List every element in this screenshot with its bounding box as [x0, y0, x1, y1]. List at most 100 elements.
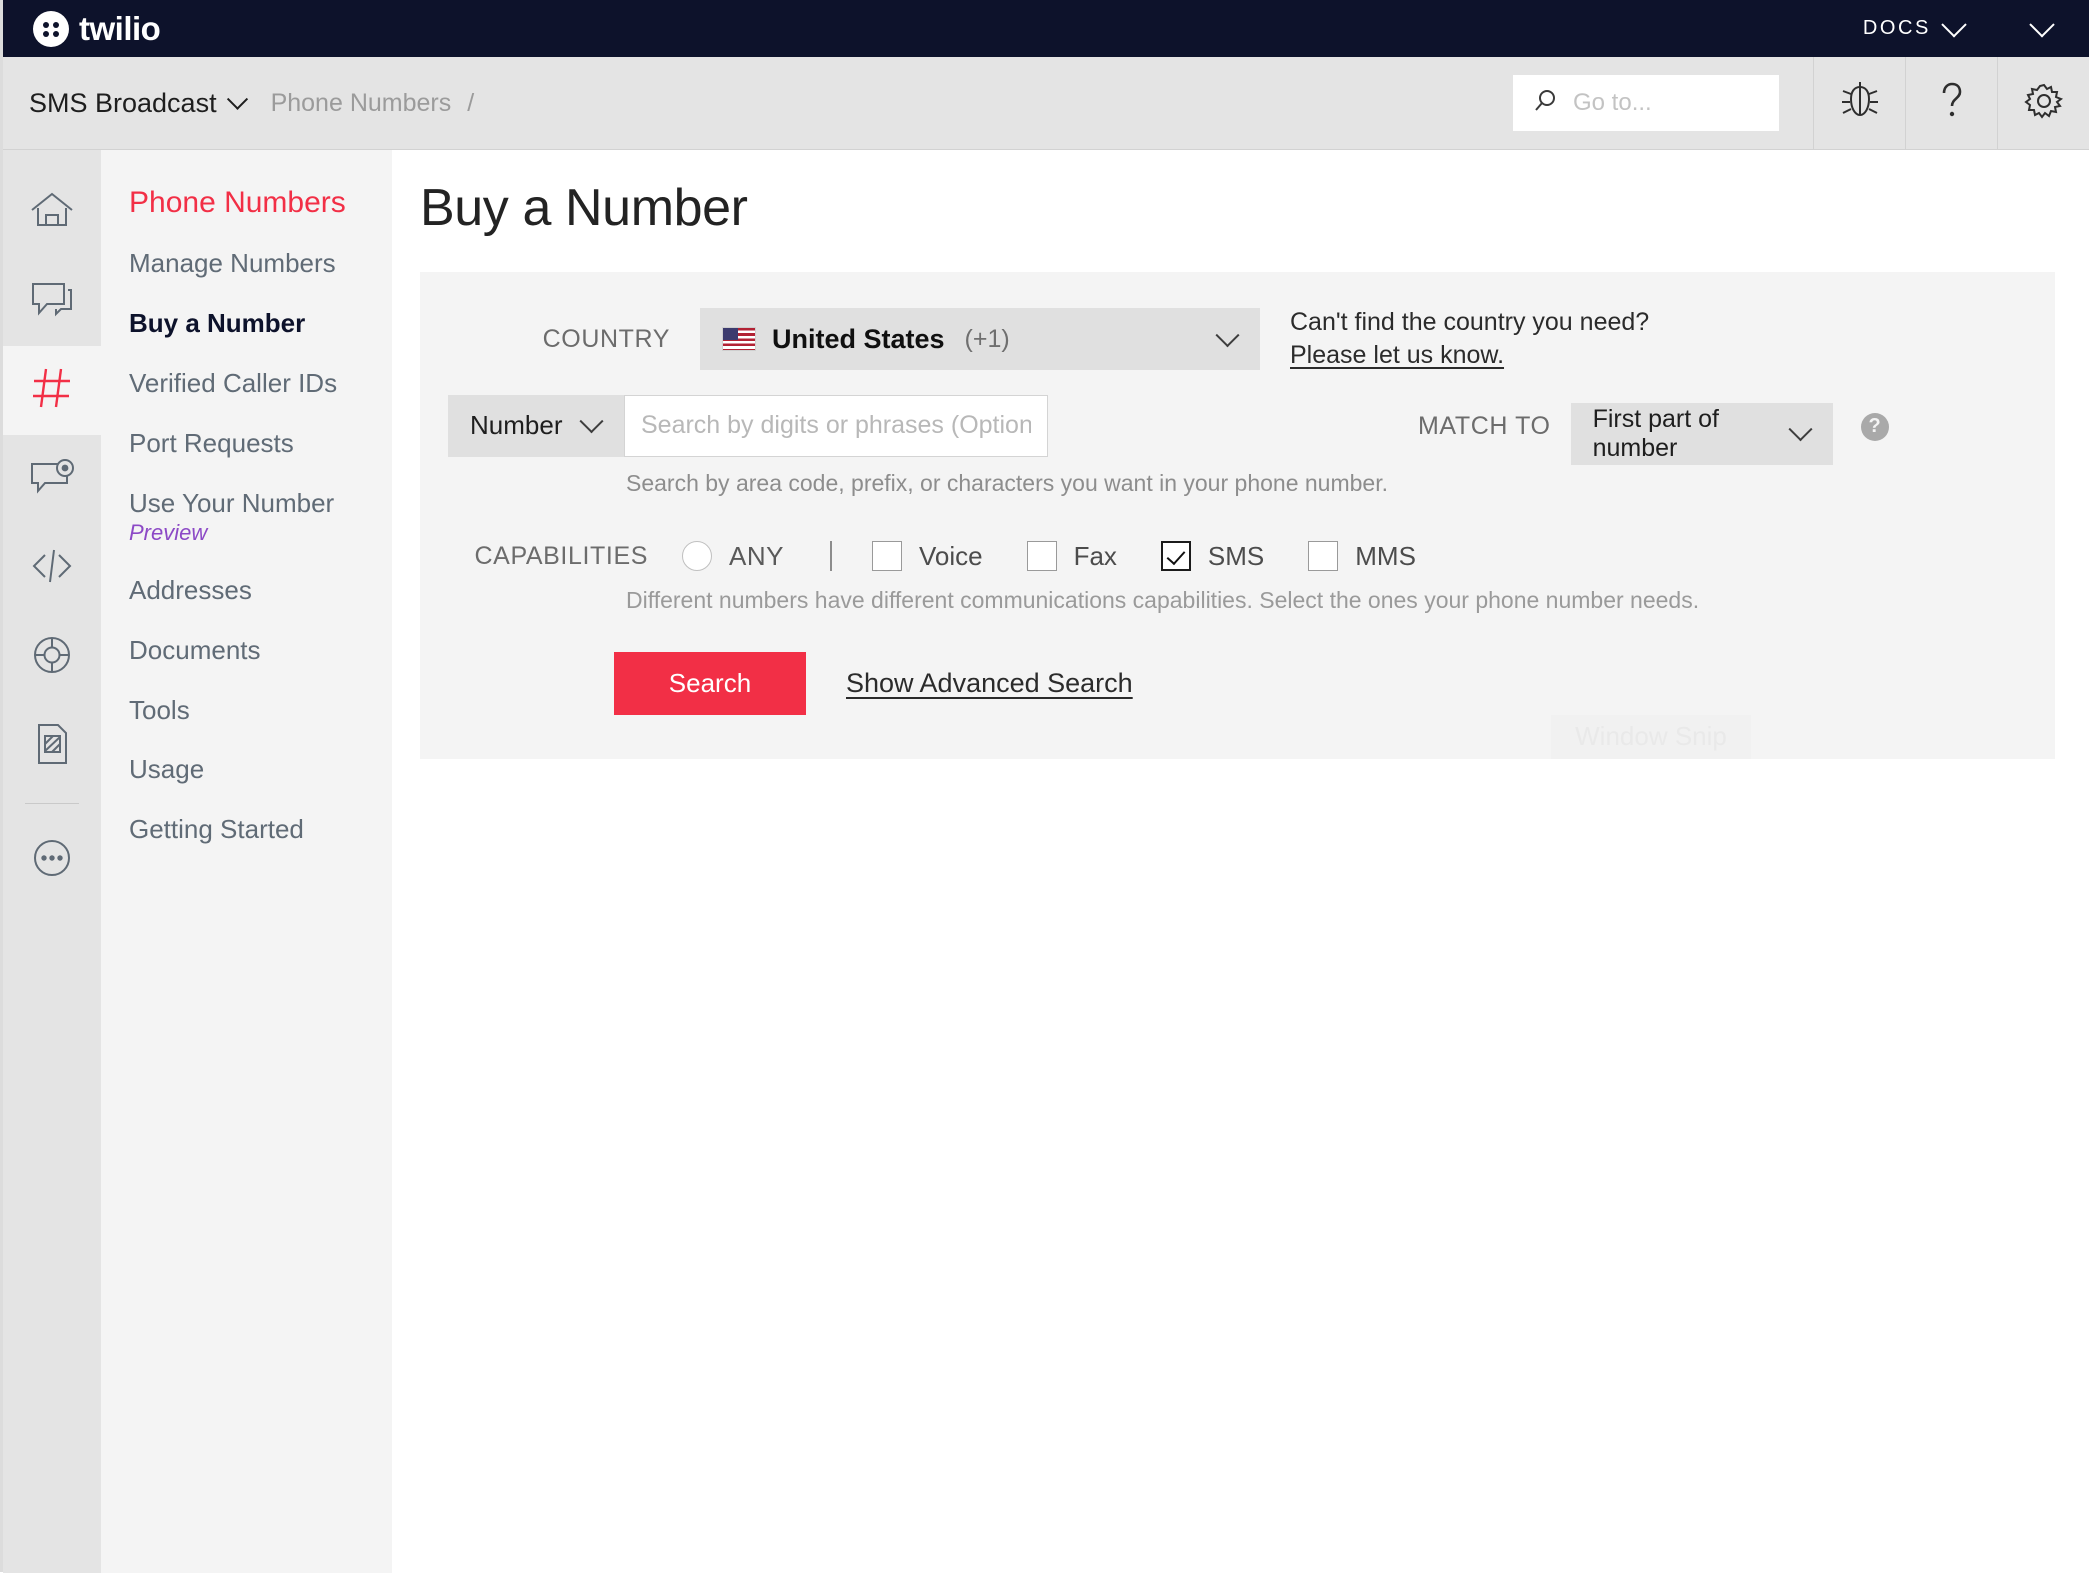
- lifebuoy-icon: [31, 634, 73, 681]
- account-menu[interactable]: [2029, 11, 2055, 38]
- match-to-value: First part of number: [1592, 404, 1719, 462]
- goto-search[interactable]: [1513, 75, 1779, 131]
- brand-wordmark: twilio: [79, 10, 161, 47]
- top-bar: twilio DOCS: [3, 0, 2089, 57]
- capability-any-radio[interactable]: ANY: [682, 541, 784, 572]
- capability-fax-label: Fax: [1073, 540, 1117, 571]
- project-bar: SMS Broadcast Phone Numbers /: [3, 57, 2089, 150]
- section-nav: Phone Numbers Manage Numbers Buy a Numbe…: [101, 150, 392, 1573]
- chevron-down-icon: [226, 88, 248, 110]
- country-note: Can't find the country you need? Please …: [1290, 306, 1649, 373]
- bug-icon: [1840, 80, 1880, 127]
- capability-sms[interactable]: SMS: [1160, 540, 1265, 572]
- more-icon: [31, 837, 73, 884]
- country-select[interactable]: United States (+1): [700, 308, 1260, 371]
- sidebar-item-label: Use Your Number: [129, 487, 335, 518]
- sidebar-item-getting-started[interactable]: Getting Started: [101, 800, 392, 860]
- rail-item-home[interactable]: [3, 168, 101, 257]
- project-name-label: SMS Broadcast: [29, 87, 217, 118]
- capabilities-row: CAPABILITIES ANY Voice Fax SMS MMS: [420, 541, 2055, 572]
- settings-button[interactable]: [1997, 57, 2089, 149]
- search-type-value: Number: [470, 410, 563, 440]
- section-nav-title[interactable]: Phone Numbers: [101, 172, 392, 234]
- goto-input[interactable]: [1571, 88, 1765, 118]
- rail-divider: [25, 803, 79, 804]
- checkbox-checked-icon: [1160, 541, 1191, 571]
- rail-item-programmable-chat[interactable]: [3, 435, 101, 524]
- rail-item-monitor[interactable]: [3, 613, 101, 702]
- docs-label: DOCS: [1862, 17, 1931, 39]
- messaging-icon: [30, 280, 74, 323]
- capability-mms-label: MMS: [1355, 540, 1416, 571]
- country-value: United States: [772, 323, 945, 354]
- country-note-text: Can't find the country you need?: [1290, 308, 1650, 336]
- search-hint: Search by area code, prefix, or characte…: [626, 469, 1388, 496]
- sim-card-icon: [34, 722, 70, 771]
- search-row: Number Search by area code, prefix, or c…: [420, 394, 2055, 497]
- project-bar-right: [1513, 57, 2089, 149]
- sidebar-item-manage-numbers[interactable]: Manage Numbers: [101, 234, 392, 294]
- rail-item-messaging[interactable]: [3, 257, 101, 346]
- sidebar-item-buy-a-number[interactable]: Buy a Number: [101, 294, 392, 354]
- twilio-logo[interactable]: twilio: [33, 10, 161, 47]
- docs-menu[interactable]: DOCS: [1862, 11, 1967, 40]
- sidebar-item-tools[interactable]: Tools: [101, 681, 392, 741]
- buy-number-search-panel: COUNTRY United States (+1) Can't find th…: [420, 272, 2055, 759]
- top-bar-right: DOCS: [1863, 0, 2089, 57]
- divider: [829, 541, 832, 571]
- capability-mms[interactable]: MMS: [1308, 541, 1416, 572]
- main-content: Buy a Number COUNTRY United States (+1): [392, 150, 2089, 1573]
- sidebar-item-addresses[interactable]: Addresses: [101, 561, 392, 621]
- rail-item-runtime[interactable]: [3, 524, 101, 613]
- match-to-select[interactable]: First part of number: [1570, 402, 1833, 465]
- match-to-help-icon[interactable]: ?: [1860, 412, 1889, 441]
- actions-row: Search Show Advanced Search: [420, 651, 2055, 715]
- sidebar-item-documents[interactable]: Documents: [101, 621, 392, 681]
- gear-icon: [2023, 80, 2065, 127]
- body: Phone Numbers Manage Numbers Buy a Numbe…: [3, 150, 2089, 1573]
- page-title: Buy a Number: [420, 179, 748, 237]
- breadcrumb-item[interactable]: Phone Numbers: [271, 89, 452, 118]
- help-button[interactable]: [1905, 57, 1997, 149]
- capability-sms-label: SMS: [1207, 540, 1265, 571]
- country-dial-code: (+1): [964, 324, 1010, 353]
- capability-voice-label: Voice: [918, 540, 983, 571]
- twilio-mark-icon: [33, 10, 69, 47]
- capability-fax[interactable]: Fax: [1026, 540, 1117, 572]
- show-advanced-search-link[interactable]: Show Advanced Search: [846, 668, 1133, 699]
- preview-badge: Preview: [129, 520, 208, 546]
- chevron-down-icon: [1788, 417, 1813, 442]
- programmable-chat-icon: [29, 459, 75, 500]
- sidebar-item-port-requests[interactable]: Port Requests: [101, 414, 392, 474]
- search-icon: [1531, 87, 1559, 120]
- let-us-know-link[interactable]: Please let us know.: [1290, 341, 1504, 369]
- country-label: COUNTRY: [542, 324, 670, 353]
- twilio-console: twilio DOCS SMS Broadcast Phone Numbers …: [0, 0, 2089, 1573]
- radio-icon: [682, 541, 712, 571]
- window-snip-watermark: Window Snip: [1551, 714, 1751, 759]
- project-switcher[interactable]: SMS Broadcast: [29, 87, 248, 119]
- rail-item-more[interactable]: [3, 816, 101, 905]
- capabilities-hint: Different numbers have different communi…: [626, 586, 1700, 613]
- sidebar-item-verified-caller-ids[interactable]: Verified Caller IDs: [101, 354, 392, 414]
- rail-item-phone-numbers[interactable]: [3, 346, 101, 435]
- match-to-label: MATCH TO: [1417, 411, 1551, 440]
- capability-voice[interactable]: Voice: [871, 540, 983, 572]
- sidebar-item-use-your-number[interactable]: Use Your Number Preview: [101, 474, 392, 561]
- rail-item-wireless[interactable]: [3, 702, 101, 791]
- sidebar-item-usage[interactable]: Usage: [101, 740, 392, 800]
- search-type-select[interactable]: Number: [448, 394, 624, 457]
- search-button[interactable]: Search: [614, 651, 806, 715]
- checkbox-icon: [1308, 541, 1339, 571]
- debugger-button[interactable]: [1813, 57, 1905, 149]
- breadcrumb-separator: /: [467, 88, 475, 117]
- chevron-down-icon: [1215, 322, 1240, 348]
- search-input[interactable]: [624, 394, 1048, 457]
- chevron-down-icon: [1941, 11, 1967, 37]
- us-flag-icon: [722, 327, 756, 352]
- icon-rail-nav: [3, 150, 101, 1573]
- home-icon: [29, 190, 75, 235]
- capability-any-label: ANY: [729, 540, 784, 571]
- help-icon: [1934, 80, 1970, 127]
- breadcrumb: Phone Numbers /: [271, 89, 475, 118]
